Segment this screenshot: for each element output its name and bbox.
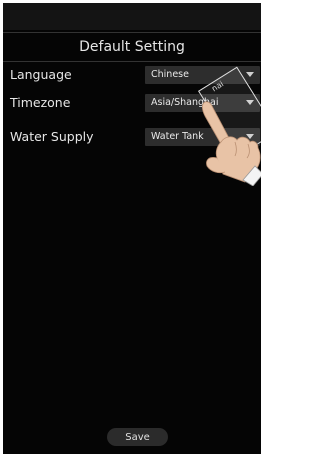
chevron-down-icon	[246, 72, 254, 77]
title-bar: Default Setting	[3, 32, 261, 62]
status-bar	[3, 3, 261, 30]
page-title: Default Setting	[79, 39, 185, 55]
save-button[interactable]: Save	[107, 428, 168, 446]
language-value: Chinese	[151, 69, 189, 80]
timezone-label: Timezone	[10, 95, 71, 110]
screen: Default Setting Language Chinese Timezon…	[3, 3, 261, 454]
water-supply-label: Water Supply	[10, 129, 94, 144]
hand-pointer-icon	[201, 101, 261, 186]
language-label: Language	[10, 67, 72, 82]
popup-text: nai	[210, 79, 226, 94]
